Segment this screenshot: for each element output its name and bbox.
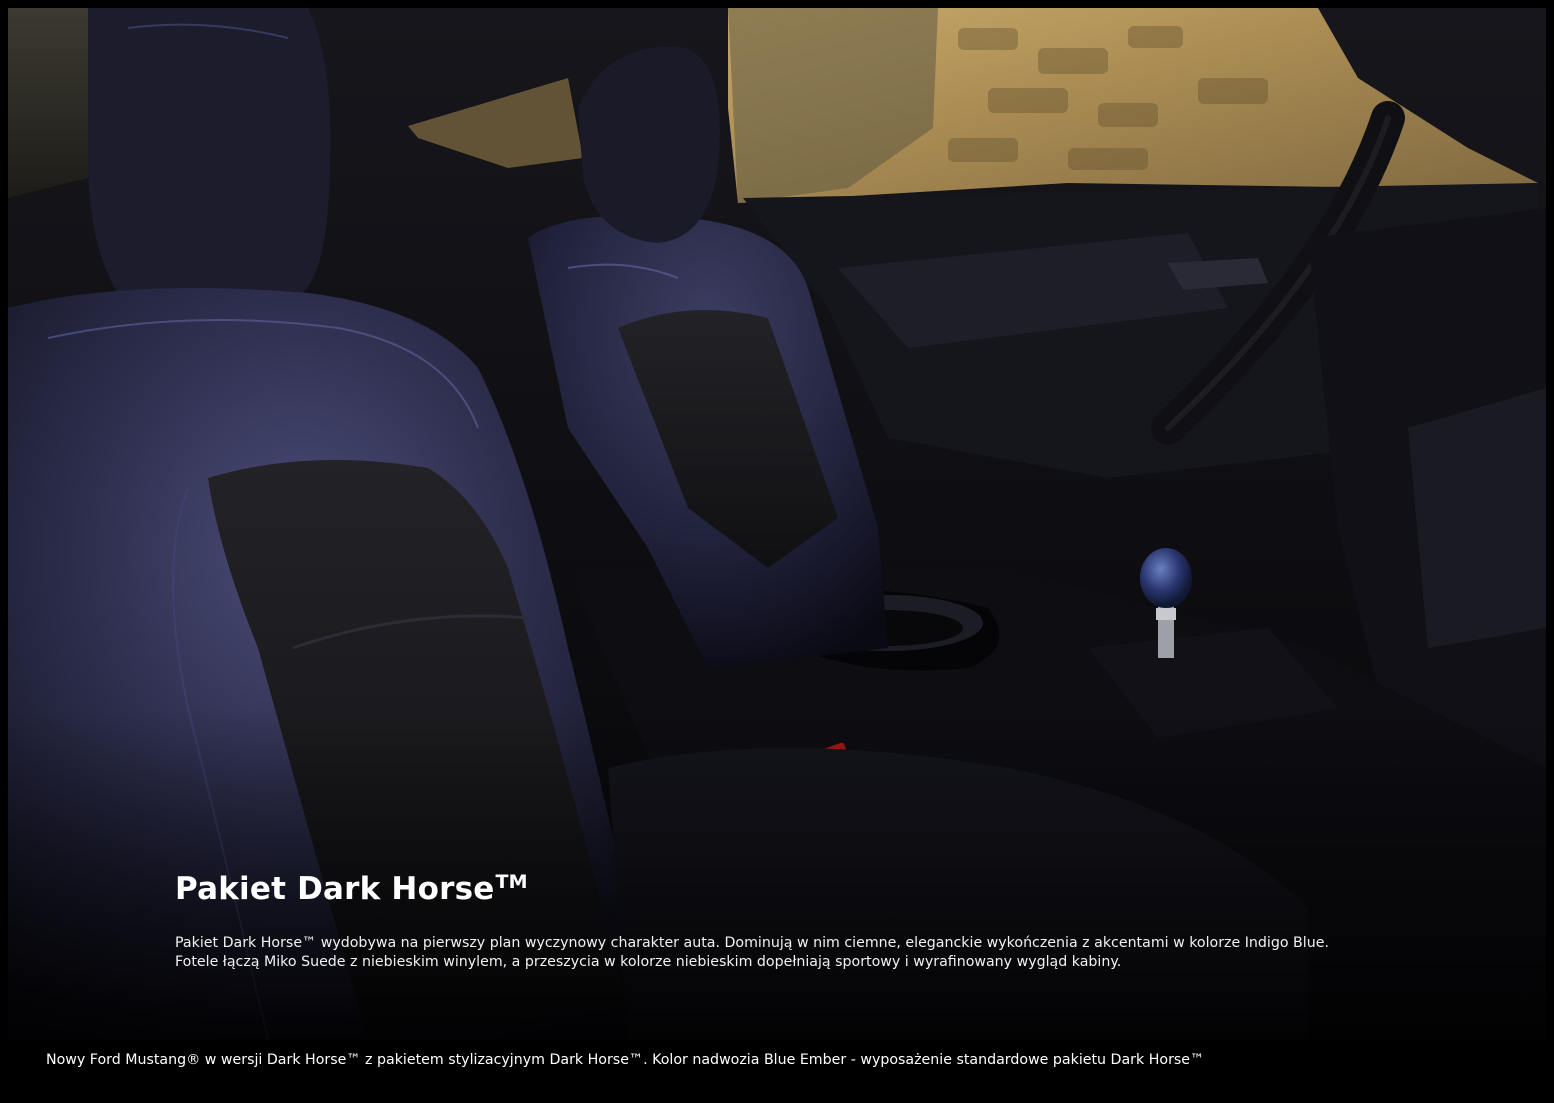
feature-description: Pakiet Dark Horse™ wydobywa na pierwszy … bbox=[175, 934, 1495, 972]
description-line-1: Pakiet Dark Horse™ wydobywa na pierwszy … bbox=[175, 935, 1329, 951]
feature-title: Pakiet Dark HorseTM bbox=[175, 871, 528, 907]
feature-caption: Pakiet Dark HorseTM Pakiet Dark Horse™ w… bbox=[175, 860, 1495, 972]
trademark-mark: TM bbox=[495, 871, 528, 893]
hero-image: Pakiet Dark HorseTM Pakiet Dark Horse™ w… bbox=[8, 8, 1546, 1040]
image-disclaimer: Nowy Ford Mustang® w wersji Dark Horse™ … bbox=[46, 1052, 1205, 1068]
page: Pakiet Dark HorseTM Pakiet Dark Horse™ w… bbox=[0, 0, 1554, 1103]
description-line-2: Fotele łączą Miko Suede z niebieskim win… bbox=[175, 954, 1122, 970]
